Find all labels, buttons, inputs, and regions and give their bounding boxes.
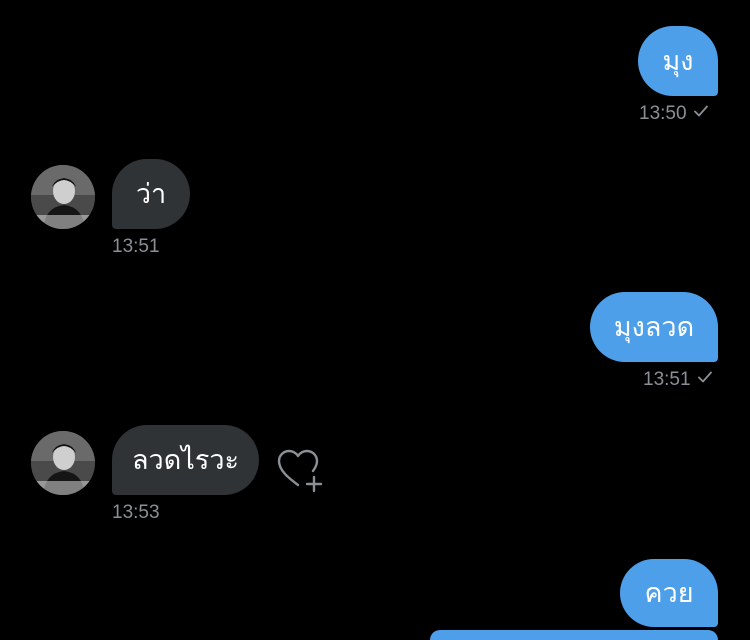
message-time: 13:50 [639, 103, 687, 124]
message-meta: 13:50 [639, 103, 709, 125]
message-time: 13:53 [112, 502, 160, 523]
message-bubble-incoming[interactable]: ว่า [112, 159, 190, 229]
message-time: 13:51 [643, 369, 691, 390]
avatar[interactable] [31, 165, 95, 229]
message-meta: 13:51 [643, 369, 713, 391]
check-icon [697, 369, 713, 391]
message-meta: 13:51 [112, 236, 160, 258]
message-text: ลวดไรวะ [132, 444, 239, 476]
heart-plus-icon[interactable] [276, 447, 324, 493]
message-bubble-outgoing-partial[interactable] [430, 630, 718, 640]
avatar[interactable] [31, 431, 95, 495]
message-time: 13:51 [112, 236, 160, 257]
message-text: มุง [662, 45, 694, 77]
check-icon [693, 103, 709, 125]
message-meta: 13:53 [112, 502, 160, 524]
message-text: มุงลวด [613, 311, 695, 343]
message-bubble-outgoing[interactable]: มุงลวด [590, 292, 718, 362]
message-text: ว่า [135, 178, 167, 210]
message-bubble-outgoing[interactable]: มุง [638, 26, 718, 96]
message-text: ควย [644, 577, 694, 609]
message-bubble-outgoing[interactable]: ควย [620, 559, 718, 627]
message-bubble-incoming[interactable]: ลวดไรวะ [112, 425, 259, 495]
